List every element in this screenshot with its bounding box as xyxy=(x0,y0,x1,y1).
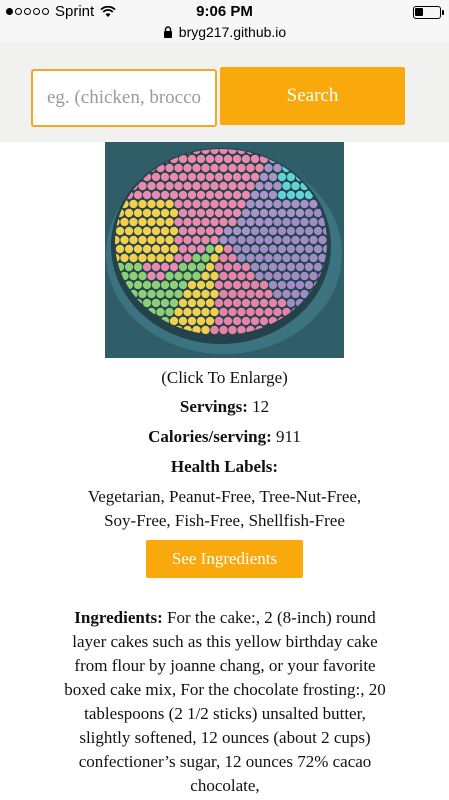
servings-value: 12 xyxy=(252,397,270,416)
ingredients-body: For the cake:, 2 (8-inch) round layer ca… xyxy=(64,608,386,795)
calories-value: 911 xyxy=(276,427,301,446)
recipe-image[interactable] xyxy=(105,142,344,358)
status-bar: Sprint 9:06 PM xyxy=(0,0,449,24)
calories-label: Calories/serving: xyxy=(148,427,272,446)
search-header: Search xyxy=(0,42,449,142)
search-input[interactable] xyxy=(31,69,217,127)
address-bar[interactable]: bryg217.github.io xyxy=(0,24,449,42)
servings-label: Servings: xyxy=(179,397,248,416)
enlarge-link[interactable]: (Click To Enlarge) xyxy=(0,368,449,388)
calories: Calories/serving: 911 xyxy=(0,427,449,447)
lock-icon xyxy=(163,26,172,38)
health-labels-line-2: Soy-Free, Fish-Free, Shellfish-Free xyxy=(104,511,345,530)
see-ingredients-button[interactable]: See Ingredients xyxy=(146,540,303,578)
health-labels-line-1: Vegetarian, Peanut-Free, Tree-Nut-Free, xyxy=(87,487,362,506)
candy-cake-illustration xyxy=(106,148,342,354)
battery-icon xyxy=(413,6,444,19)
servings: Servings: 12 xyxy=(0,397,449,417)
clock: 9:06 PM xyxy=(196,3,253,20)
url-text: bryg217.github.io xyxy=(178,24,287,40)
ingredients-label: Ingredients: xyxy=(74,608,163,627)
ingredients-text: Ingredients: For the cake:, 2 (8-inch) r… xyxy=(60,606,390,798)
health-labels-heading: Health Labels: xyxy=(170,457,279,476)
search-button[interactable]: Search xyxy=(220,67,405,125)
